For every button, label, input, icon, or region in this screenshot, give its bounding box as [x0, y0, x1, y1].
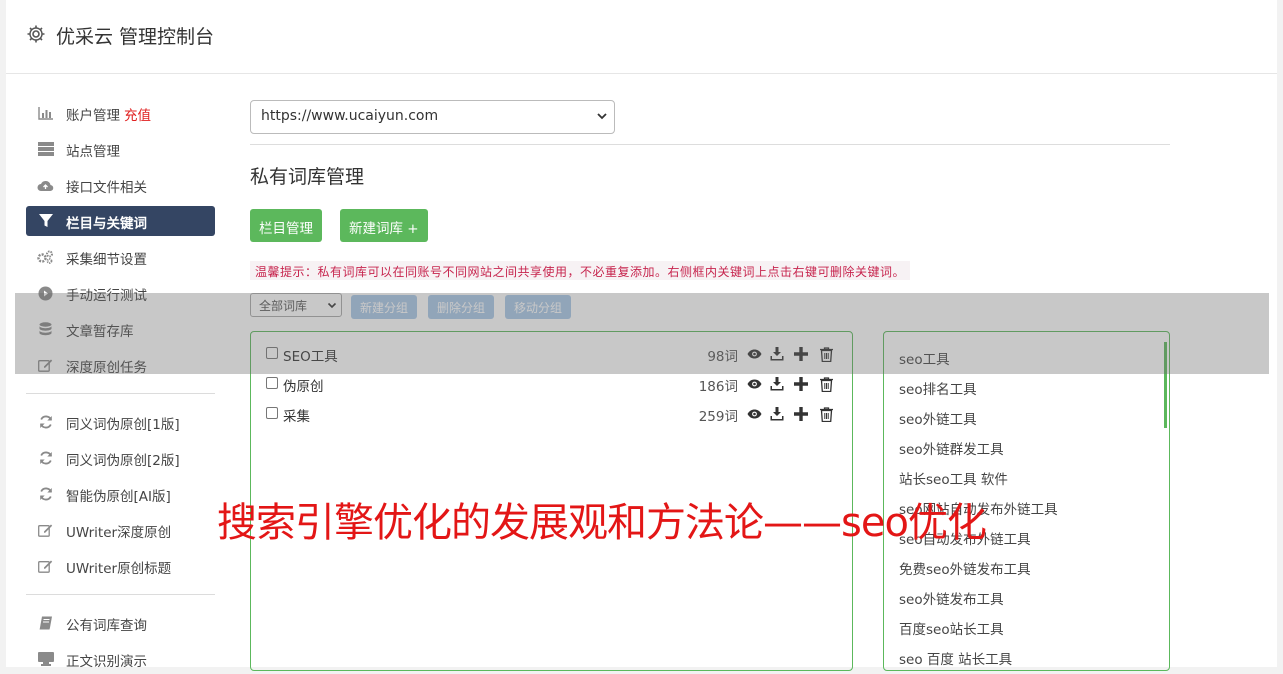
- library-count: 186词: [698, 379, 738, 395]
- add-icon[interactable]: [793, 406, 809, 422]
- sidebar-item-account[interactable]: 账户管理 充值: [26, 98, 215, 128]
- site-select-value: https://www.ucaiyun.com: [261, 108, 439, 124]
- sidebar-item-sites[interactable]: 站点管理: [26, 134, 215, 164]
- divider: [250, 144, 1170, 145]
- keyword-item[interactable]: seo外链工具: [899, 408, 977, 428]
- server-icon: [37, 141, 54, 157]
- app-header: 优采云 管理控制台: [6, 0, 1277, 74]
- download-icon[interactable]: [769, 376, 785, 392]
- sidebar-item-collect-settings[interactable]: 采集细节设置: [26, 242, 215, 272]
- gears-icon: [37, 249, 54, 265]
- desktop-icon: [37, 651, 54, 667]
- gray-overlay-band: [15, 293, 1269, 374]
- sidebar-item-ai-original[interactable]: 智能伪原创[AI版]: [26, 479, 215, 509]
- trash-icon[interactable]: [818, 376, 834, 392]
- sidebar-item-label: 公有词库查询: [66, 618, 147, 634]
- library-name[interactable]: 采集: [283, 405, 310, 425]
- book-icon: [37, 615, 54, 631]
- keyword-item[interactable]: 百度seo站长工具: [899, 618, 1004, 638]
- sidebar-item-categories-keywords[interactable]: 栏目与关键词: [26, 206, 215, 236]
- edit-icon: [37, 522, 54, 538]
- keyword-item[interactable]: 免费seo外链发布工具: [899, 558, 1031, 578]
- site-select[interactable]: https://www.ucaiyun.com: [250, 100, 615, 134]
- view-icon[interactable]: [746, 376, 762, 392]
- sidebar-item-label: 账户管理: [66, 108, 120, 124]
- tip-text: 温馨提示：私有词库可以在同账号不同网站之间共享使用，不必重复添加。右侧框内关键词…: [250, 261, 911, 280]
- sidebar-divider: [26, 594, 215, 595]
- edit-icon: [37, 558, 54, 574]
- sidebar-item-interface-files[interactable]: 接口文件相关: [26, 170, 215, 200]
- section-title: 私有词库管理: [250, 166, 365, 188]
- sidebar-item-label: 正文识别演示: [66, 654, 147, 670]
- sidebar-item-label: 智能伪原创[AI版]: [66, 489, 171, 505]
- sidebar-item-label: 同义词伪原创[2版]: [66, 453, 180, 469]
- trash-icon[interactable]: [818, 406, 834, 422]
- sidebar-item-label: UWriter原创标题: [66, 561, 172, 577]
- add-icon[interactable]: [793, 376, 809, 392]
- sidebar-divider: [26, 393, 215, 394]
- library-count: 259词: [698, 409, 738, 425]
- overlay-caption: 搜索引擎优化的发展观和方法论——seo优化: [217, 500, 987, 546]
- new-library-button[interactable]: 新建词库 +: [340, 209, 428, 242]
- sidebar-item-label: 站点管理: [66, 144, 120, 160]
- sidebar-item-uwriter-deep[interactable]: UWriter深度原创: [26, 515, 215, 545]
- chevron-down-icon: [597, 113, 607, 120]
- sidebar-item-text-recognition[interactable]: 正文识别演示: [26, 644, 215, 674]
- cloud-upload-icon: [37, 177, 54, 193]
- keyword-item[interactable]: seo外链发布工具: [899, 588, 1004, 608]
- refresh-icon: [37, 486, 54, 502]
- sidebar-item-label: 采集细节设置: [66, 252, 147, 268]
- keyword-item[interactable]: 站长seo工具 软件: [899, 468, 1008, 488]
- library-checkbox[interactable]: [266, 377, 278, 389]
- sidebar-item-label: UWriter深度原创: [66, 525, 172, 541]
- library-row: 伪原创 186词: [266, 372, 838, 398]
- gear-icon: [27, 25, 45, 43]
- sidebar-item-label: 接口文件相关: [66, 180, 147, 196]
- sidebar-item-label: 同义词伪原创[1版]: [66, 417, 180, 433]
- library-checkbox[interactable]: [266, 407, 278, 419]
- library-row: 采集 259词: [266, 402, 838, 428]
- recharge-link[interactable]: 充值: [124, 108, 151, 124]
- sidebar-item-synonym-v2[interactable]: 同义词伪原创[2版]: [26, 443, 215, 473]
- app-title: 优采云 管理控制台: [56, 26, 215, 48]
- download-icon[interactable]: [769, 406, 785, 422]
- refresh-icon: [37, 450, 54, 466]
- sidebar-item-label: 栏目与关键词: [66, 216, 147, 232]
- bar-chart-icon: [37, 105, 54, 121]
- view-icon[interactable]: [746, 406, 762, 422]
- keyword-item[interactable]: seo外链群发工具: [899, 438, 1004, 458]
- refresh-icon: [37, 414, 54, 430]
- library-name[interactable]: 伪原创: [283, 375, 324, 395]
- sidebar-item-uwriter-title[interactable]: UWriter原创标题: [26, 551, 215, 581]
- keyword-item[interactable]: seo排名工具: [899, 378, 977, 398]
- sidebar-item-synonym-v1[interactable]: 同义词伪原创[1版]: [26, 407, 215, 437]
- sidebar-item-public-library[interactable]: 公有词库查询: [26, 608, 215, 638]
- category-manage-button[interactable]: 栏目管理: [250, 209, 322, 242]
- keyword-item[interactable]: seo 百度 站长工具: [899, 648, 1012, 668]
- filter-icon: [37, 213, 54, 229]
